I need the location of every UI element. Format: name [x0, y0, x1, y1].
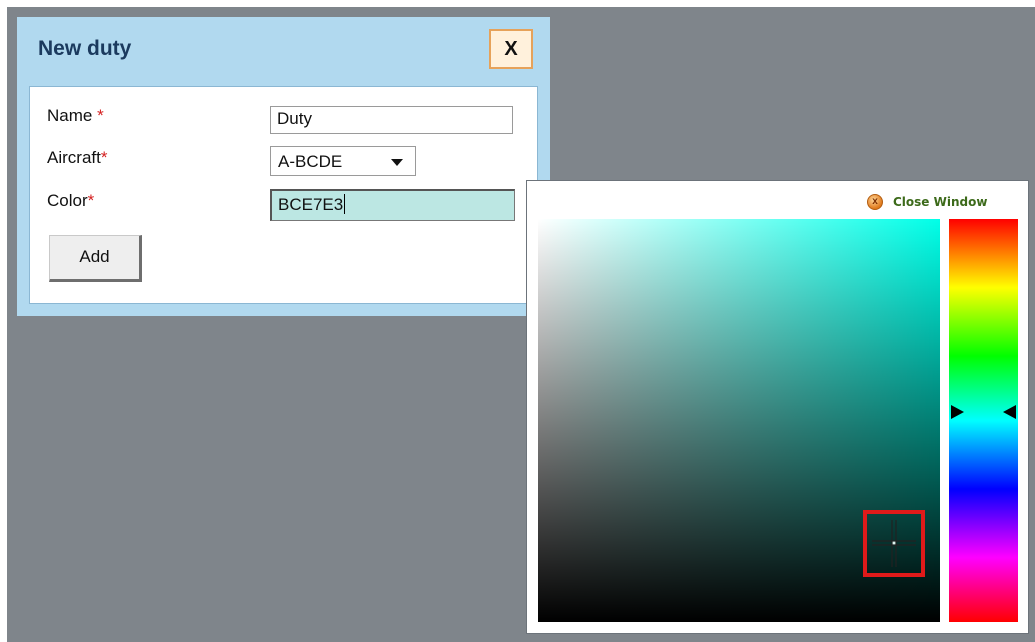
color-label: Color*: [47, 191, 95, 210]
hue-marker-right-arrow-icon[interactable]: [1003, 405, 1016, 419]
chevron-down-icon: [391, 159, 403, 166]
aircraft-select-value: A-BCDE: [278, 152, 343, 171]
close-window-link[interactable]: x Close Window: [867, 191, 987, 213]
dialog-close-button[interactable]: X: [489, 29, 533, 69]
saturation-brightness-field[interactable]: [538, 219, 940, 622]
color-input[interactable]: BCE7E3: [270, 189, 515, 221]
hue-slider[interactable]: [949, 219, 1018, 622]
dialog-form: Name * Duty Aircraft* A-BCDE Color* BCE7…: [29, 86, 538, 304]
dialog-title: New duty: [38, 37, 132, 60]
color-picker-window: x Close Window: [526, 180, 1029, 634]
required-mark: *: [87, 191, 95, 210]
close-window-label[interactable]: Close Window: [893, 195, 987, 209]
text-cursor: [344, 194, 346, 214]
aircraft-label: Aircraft*: [47, 148, 108, 167]
crosshair-icon: [872, 520, 916, 567]
new-duty-dialog: New duty X Name * Duty Aircraft* A-BCDE …: [17, 17, 550, 316]
aircraft-select[interactable]: A-BCDE: [270, 146, 416, 176]
required-mark: *: [100, 148, 108, 167]
color-selection-marker[interactable]: [863, 510, 925, 577]
name-label: Name *: [47, 106, 104, 125]
close-circle-icon[interactable]: x: [867, 194, 883, 210]
add-button[interactable]: Add: [49, 235, 142, 282]
hue-marker-left-arrow-icon[interactable]: [951, 405, 964, 419]
name-input[interactable]: Duty: [270, 106, 513, 134]
required-mark: *: [97, 106, 104, 125]
